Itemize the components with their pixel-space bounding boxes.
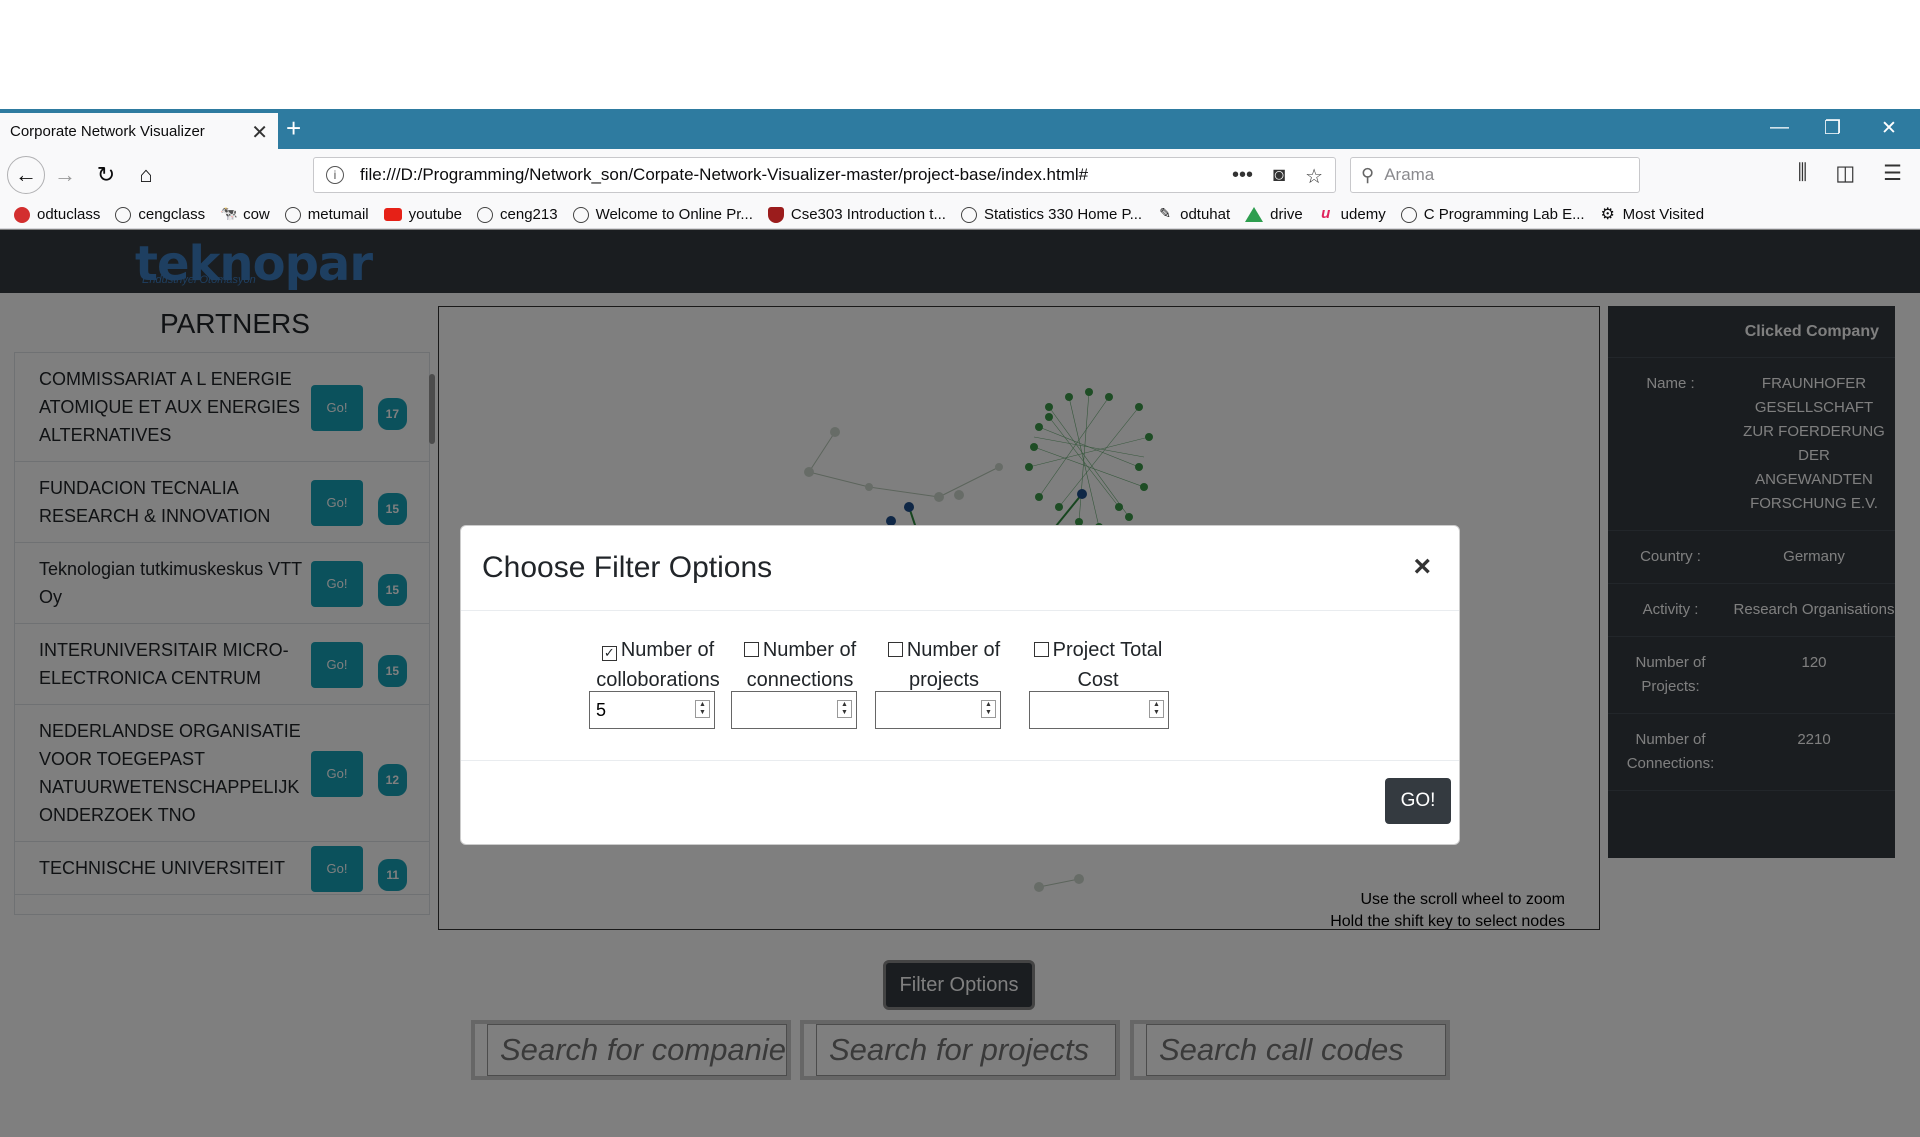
tab-title: Corporate Network Visualizer: [10, 122, 205, 140]
reload-icon[interactable]: ↻: [89, 158, 123, 192]
bookmarks-toolbar: odtuclass cengclass 🐄 cow metumail youtube cen…: [0, 201, 1920, 229]
page-actions-icon[interactable]: •••: [1232, 164, 1253, 189]
drive-icon: [1245, 207, 1264, 222]
bookmark-item[interactable]: ceng213: [477, 206, 558, 223]
filter-number-input[interactable]: ▲ ▼: [731, 691, 857, 729]
spinner-arrows-icon[interactable]: ▲ ▼: [837, 700, 852, 718]
bookmark-item[interactable]: cengclass: [115, 206, 205, 223]
spinner-arrows-icon[interactable]: ▲ ▼: [695, 700, 710, 718]
bookmark-item[interactable]: Statistics 330 Home P...: [960, 206, 1143, 223]
site-info-icon[interactable]: i: [326, 166, 344, 184]
bookmark-item[interactable]: youtube: [383, 206, 463, 223]
bookmark-label: cengclass: [138, 206, 206, 223]
bookmark-item[interactable]: Cse303 Introduction t...: [767, 206, 946, 223]
pocket-icon[interactable]: ◙: [1273, 164, 1285, 189]
menu-icon[interactable]: ☰: [1883, 161, 1902, 186]
restore-icon[interactable]: ❐: [1824, 117, 1841, 140]
gear-icon: ⚙: [1600, 205, 1615, 223]
filter-number-input[interactable]: 5 ▲ ▼: [589, 691, 715, 729]
globe-icon: [284, 206, 301, 223]
sidebar-icon[interactable]: ◫: [1835, 161, 1855, 186]
bookmark-label: ceng213: [500, 206, 558, 223]
bookmark-label: C Programming Lab E...: [1423, 206, 1585, 223]
filter-checkbox[interactable]: [743, 642, 759, 657]
odtuhat-icon: ✎: [1159, 204, 1171, 221]
browser-tab[interactable]: Corporate Network Visualizer ✕: [0, 113, 278, 149]
modal-title: Choose Filter Options: [461, 526, 1459, 611]
filter-number-input[interactable]: ▲ ▼: [1029, 691, 1169, 729]
youtube-icon: [383, 208, 402, 221]
bookmark-label: Statistics 330 Home P...: [983, 206, 1143, 223]
shield-icon: [767, 206, 784, 223]
globe-icon: [572, 206, 589, 223]
filter-label: Number of projects: [906, 639, 1001, 691]
library-icon[interactable]: ⫼: [1798, 161, 1808, 186]
globe-icon: [1400, 206, 1417, 223]
go-button[interactable]: GO!: [1385, 778, 1451, 824]
opera-icon: [14, 206, 30, 223]
filter-option: Number of projects: [874, 635, 1014, 695]
bookmark-label: Most Visited: [1622, 206, 1705, 223]
filter-checkbox[interactable]: [887, 642, 903, 657]
filter-checkbox[interactable]: [1033, 642, 1049, 657]
url-text: file:///D:/Programming/Network_son/Corpa…: [360, 165, 1089, 184]
bookmark-item[interactable]: 🐄 cow: [220, 204, 270, 224]
bookmark-label: Cse303 Introduction t...: [790, 206, 946, 223]
bookmark-label: cow: [243, 206, 270, 223]
window-close-icon[interactable]: ✕: [1881, 117, 1897, 140]
bookmark-item[interactable]: drive: [1245, 206, 1303, 223]
udemy-icon: u: [1321, 204, 1331, 222]
spinner-arrows-icon[interactable]: ▲ ▼: [1149, 700, 1164, 718]
bookmark-label: metumail: [307, 206, 369, 223]
bookmark-label: Welcome to Online Pr...: [595, 206, 753, 223]
close-tab-icon[interactable]: ✕: [251, 120, 268, 145]
bookmark-item[interactable]: u udemy: [1318, 204, 1386, 224]
forward-icon[interactable]: →: [48, 158, 82, 192]
back-icon[interactable]: ←: [7, 156, 45, 194]
filter-value: 5: [596, 699, 607, 720]
filter-number-input[interactable]: ▲ ▼: [875, 691, 1001, 729]
navigation-toolbar: ← → ↻ ⌂ i file:///D:/Programming/Network…: [0, 149, 1920, 201]
filter-option: ✓ Number of colloborations: [588, 635, 728, 695]
bookmark-item[interactable]: Welcome to Online Pr...: [572, 206, 753, 223]
bookmark-label: odtuhat: [1180, 206, 1231, 223]
filter-checkbox[interactable]: ✓: [601, 646, 617, 661]
globe-icon: [115, 206, 132, 223]
spinner-arrows-icon[interactable]: ▲ ▼: [981, 700, 996, 718]
modal-close-icon[interactable]: ×: [1413, 550, 1431, 584]
new-tab-icon[interactable]: +: [286, 113, 301, 144]
bookmark-star-icon[interactable]: ☆: [1305, 164, 1323, 189]
globe-icon: [960, 206, 977, 223]
search-bar[interactable]: ⚲ Arama: [1350, 157, 1640, 193]
globe-icon: [477, 206, 494, 223]
bookmark-label: drive: [1270, 206, 1303, 223]
cow-icon: 🐄: [220, 204, 238, 221]
bookmark-label: odtuclass: [37, 206, 101, 223]
search-placeholder: Arama: [1384, 165, 1435, 184]
url-bar[interactable]: i file:///D:/Programming/Network_son/Cor…: [313, 157, 1336, 193]
home-icon[interactable]: ⌂: [129, 158, 163, 192]
minimize-icon[interactable]: —: [1770, 117, 1789, 139]
search-icon: ⚲: [1361, 164, 1375, 185]
filter-option: Project Total Cost: [1028, 635, 1168, 695]
bookmark-label: udemy: [1340, 206, 1386, 223]
bookmark-item[interactable]: ⚙ Most Visited: [1600, 206, 1704, 223]
filter-label: Number of connections: [746, 639, 857, 691]
bookmark-label: youtube: [408, 206, 463, 223]
bookmark-item[interactable]: ✎ odtuhat: [1157, 204, 1231, 224]
bookmark-item[interactable]: odtuclass: [14, 206, 100, 223]
filter-label: Project Total Cost: [1052, 639, 1163, 691]
bookmark-item[interactable]: C Programming Lab E...: [1400, 206, 1585, 223]
bookmark-item[interactable]: metumail: [284, 206, 369, 223]
tab-strip: Corporate Network Visualizer ✕ + — ❐ ✕: [0, 109, 1920, 149]
modal-body: ✓ Number of colloborations 5 ▲ ▼ Number of co…: [461, 611, 1459, 761]
filter-option: Number of connections: [730, 635, 870, 695]
filter-modal: Choose Filter Options × ✓ Number of collo…: [460, 525, 1460, 845]
